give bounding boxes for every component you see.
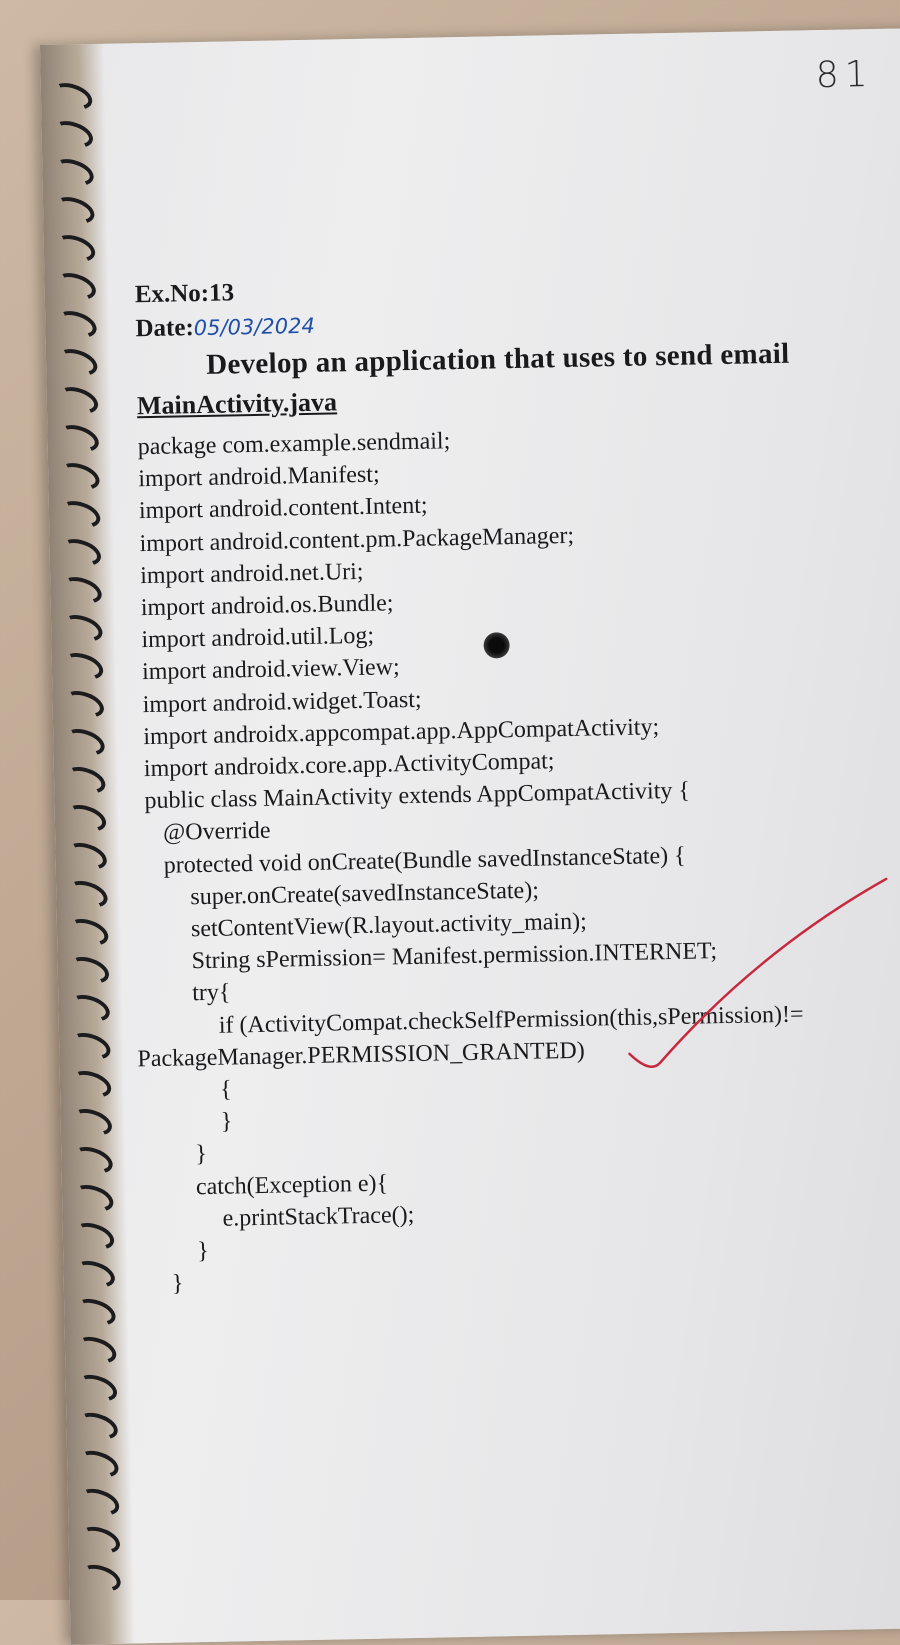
code-listing: package com.example.sendmail; import and… bbox=[137, 416, 900, 1301]
page-number: 81 bbox=[815, 54, 874, 97]
file-name-heading: MainActivity.java bbox=[136, 387, 338, 421]
spiral-binding bbox=[40, 43, 135, 1645]
notebook-page: 81 Ex.No:13 Date:05/03/2024 Develop an a… bbox=[40, 27, 900, 1645]
photo-scene: 81 Ex.No:13 Date:05/03/2024 Develop an a… bbox=[0, 0, 900, 1645]
date-value: 05/03/2024 bbox=[193, 313, 316, 341]
document-body: Ex.No:13 Date:05/03/2024 Develop an appl… bbox=[134, 263, 900, 1301]
date-label: Date: bbox=[135, 314, 195, 343]
